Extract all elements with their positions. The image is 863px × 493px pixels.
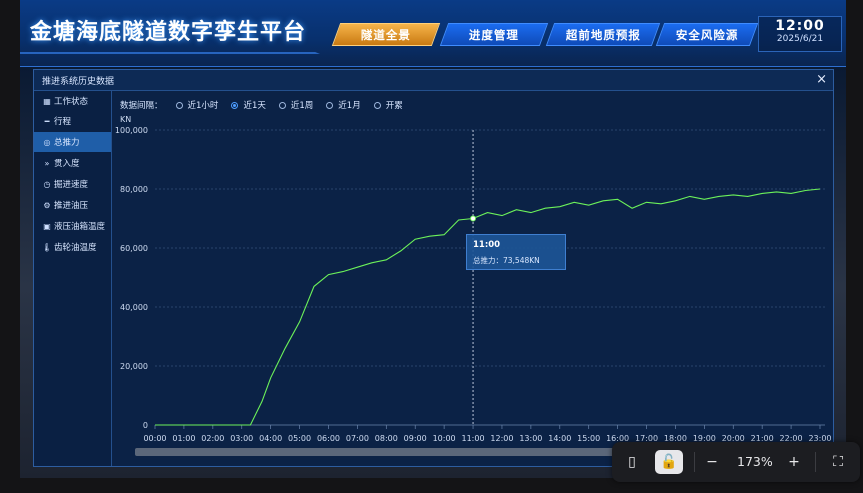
sidebar-item-stroke[interactable]: ━ 行程 bbox=[34, 111, 111, 131]
radio-circle-icon bbox=[231, 101, 239, 109]
oil-icon: ⚙ bbox=[43, 200, 51, 210]
radio-1w[interactable]: 近1周 bbox=[278, 99, 313, 111]
title-underline bbox=[20, 44, 320, 54]
fullscreen-icon[interactable]: ⛶ bbox=[826, 450, 850, 474]
modal-header: 推进系统历史数据 × bbox=[34, 70, 833, 91]
speed-icon: ◷ bbox=[43, 179, 51, 189]
toolbar-divider bbox=[815, 452, 816, 472]
ruler-icon: ━ bbox=[44, 116, 50, 126]
sidebar-item-label: 行程 bbox=[54, 117, 72, 127]
history-data-modal: 推进系统历史数据 × ▦ 工作状态 ━ 行程 ◎ 总推力 » 贯入度 ◷ 掘进速度 ⚙ 推进… bbox=[33, 69, 834, 467]
viewer-toolbar: ▯ 🔓 − 173% + ⛶ bbox=[612, 442, 860, 482]
sidebar-item-work-status[interactable]: ▦ 工作状态 bbox=[34, 91, 111, 111]
nav-tab-tunnel-overview[interactable]: 隧道全景 bbox=[331, 23, 441, 46]
sidebar-item-label: 液压油箱温度 bbox=[54, 222, 106, 232]
radio-circle-icon bbox=[175, 101, 183, 109]
interval-filter: 数据间隔： 近1小时 近1天 近1周 近1月 开累 bbox=[120, 98, 403, 112]
sidebar-item-gear-oil-temp[interactable]: 🌡 齿轮油温度 bbox=[34, 237, 111, 257]
sidebar-item-label: 工作状态 bbox=[54, 97, 89, 107]
filter-label: 数据间隔： bbox=[120, 101, 163, 111]
tooltip-value: 总推力：73,548KN bbox=[473, 256, 540, 265]
sidebar-item-label: 掘进速度 bbox=[54, 180, 89, 190]
close-icon[interactable]: × bbox=[816, 72, 827, 87]
chart-tooltip: 11:00 总推力：73,548KN bbox=[466, 234, 566, 270]
map-icon[interactable]: ▯ bbox=[620, 450, 644, 474]
top-header: 金塘海底隧道数字孪生平台 隧道全景 进度管理 超前地质预报 安全风险源 12:0… bbox=[20, 0, 846, 67]
app-frame: 金塘海底隧道数字孪生平台 隧道全景 进度管理 超前地质预报 安全风险源 12:0… bbox=[20, 0, 846, 478]
modal-sidebar: ▦ 工作状态 ━ 行程 ◎ 总推力 » 贯入度 ◷ 掘进速度 ⚙ 推进油压 ▣ 液压油箱温度 … bbox=[34, 91, 112, 466]
radio-circle-icon bbox=[278, 101, 286, 109]
clock-time: 12:00 bbox=[775, 18, 825, 34]
zoom-out-icon[interactable]: − bbox=[702, 450, 722, 474]
app-title: 金塘海底隧道数字孪生平台 bbox=[30, 20, 307, 45]
grid-icon: ▦ bbox=[43, 96, 51, 106]
radio-cumulative[interactable]: 开累 bbox=[373, 99, 403, 111]
nav-tab-safety-risk[interactable]: 安全风险源 bbox=[655, 23, 759, 46]
sidebar-item-total-thrust[interactable]: ◎ 总推力 bbox=[34, 132, 111, 152]
radio-1m[interactable]: 近1月 bbox=[326, 99, 361, 111]
clock: 12:00 2025/6/21 bbox=[762, 18, 838, 44]
sidebar-item-penetration[interactable]: » 贯入度 bbox=[34, 153, 111, 173]
zoom-in-icon[interactable]: + bbox=[784, 450, 804, 474]
radio-circle-icon bbox=[373, 101, 381, 109]
radio-1d[interactable]: 近1天 bbox=[231, 99, 266, 111]
zoom-level: 173% bbox=[737, 454, 773, 469]
modal-title: 推进系统历史数据 bbox=[42, 77, 115, 87]
tooltip-time: 11:00 bbox=[473, 240, 501, 250]
target-icon: ◎ bbox=[43, 137, 51, 147]
sidebar-item-speed[interactable]: ◷ 掘进速度 bbox=[34, 174, 111, 194]
sidebar-item-oil-pressure[interactable]: ⚙ 推进油压 bbox=[34, 195, 111, 215]
chevrons-icon: » bbox=[44, 158, 50, 168]
lock-icon[interactable]: 🔓 bbox=[655, 450, 683, 474]
sidebar-item-label: 齿轮油温度 bbox=[54, 243, 97, 253]
nav-tab-progress[interactable]: 进度管理 bbox=[439, 23, 549, 46]
sidebar-item-label: 推进油压 bbox=[54, 201, 89, 211]
sidebar-item-label: 总推力 bbox=[54, 138, 80, 148]
radio-1h[interactable]: 近1小时 bbox=[175, 99, 218, 111]
thermometer-icon: 🌡 bbox=[41, 242, 53, 252]
tank-icon: ▣ bbox=[43, 221, 51, 231]
radio-circle-icon bbox=[326, 101, 334, 109]
sidebar-item-label: 贯入度 bbox=[54, 159, 80, 169]
clock-date: 2025/6/21 bbox=[776, 34, 824, 44]
nav-tab-geology-forecast[interactable]: 超前地质预报 bbox=[545, 23, 661, 46]
sidebar-item-tank-temp[interactable]: ▣ 液压油箱温度 bbox=[34, 216, 111, 236]
toolbar-divider bbox=[694, 452, 695, 472]
